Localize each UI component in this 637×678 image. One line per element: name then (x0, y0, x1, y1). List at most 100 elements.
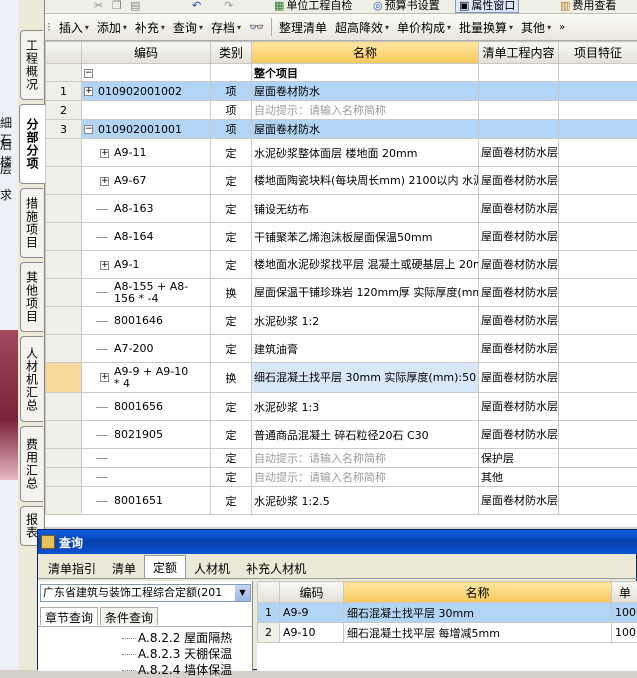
name-cell[interactable]: 细石混凝土找平层 30mm 实际厚度(mm):50 (252, 363, 479, 393)
item-feature-cell[interactable] (559, 120, 637, 139)
row-number[interactable] (46, 449, 82, 468)
item-feature-cell[interactable] (559, 64, 637, 82)
tab-project-overview[interactable]: 工程概况 (20, 30, 43, 100)
list-content-cell[interactable] (479, 64, 559, 82)
code-cell[interactable]: A7-200 (82, 335, 211, 363)
category-cell[interactable]: 项 (211, 101, 252, 120)
name-cell[interactable]: 干铺聚苯乙烯泡沫板屋面保温50mm (252, 223, 479, 251)
expand-icon[interactable]: + (100, 261, 109, 270)
tree-item[interactable]: A.8.2.3 天棚保温 (122, 645, 232, 662)
item-feature-cell[interactable] (559, 279, 637, 307)
list-content-cell[interactable]: 屋面卷材防水层 (479, 251, 559, 279)
list-content-cell[interactable]: 屋面卷材防水层 (479, 139, 559, 167)
item-feature-cell[interactable] (559, 449, 637, 468)
query-window-titlebar[interactable]: 查询 (38, 530, 637, 554)
code-cell[interactable]: +A9-11 (82, 139, 211, 167)
list-content-cell[interactable]: 屋面卷材防水层 (479, 393, 559, 421)
category-cell[interactable]: 定 (211, 307, 252, 335)
list-content-cell[interactable]: 屋面卷材防水层 (479, 307, 559, 335)
table-row[interactable]: 定自动提示：请输入名称简称其他 (46, 468, 637, 487)
item-feature-cell[interactable] (559, 82, 637, 101)
table-row[interactable]: A8-164定干铺聚苯乙烯泡沫板屋面保温50mm屋面卷材防水层 (46, 223, 637, 251)
result-row[interactable]: 2 A9-10 细石混凝土找平层 每增减5mm 100m² (258, 623, 637, 643)
code-cell[interactable]: +A9-9 + A9-10 * 4 (82, 363, 211, 393)
code-cell[interactable] (82, 101, 211, 120)
tab-list[interactable]: 清单 (104, 557, 144, 578)
tab-labor-material-summary[interactable]: 人材机汇总 (20, 336, 43, 422)
category-cell[interactable]: 定 (211, 393, 252, 421)
collapse-icon[interactable]: − (84, 125, 93, 134)
code-cell[interactable]: 8001646 (82, 307, 211, 335)
table-row[interactable]: 3−010902001001项屋面卷材防水 (46, 120, 637, 139)
code-cell[interactable] (82, 468, 211, 487)
result-row[interactable]: 1 A9-9 细石混凝土找平层 30mm 100m² (258, 603, 637, 623)
view-fees-button[interactable]: ▥费用查看 (557, 0, 619, 13)
code-cell[interactable]: +A9-1 (82, 251, 211, 279)
add-button[interactable]: 添加▾ (93, 16, 131, 38)
item-feature-cell[interactable] (559, 139, 637, 167)
row-number[interactable] (46, 468, 82, 487)
row-number[interactable] (46, 307, 82, 335)
property-window-button[interactable]: ▣属性窗口 (455, 0, 519, 13)
name-cell[interactable]: 屋面卷材防水 (252, 120, 479, 139)
code-cell[interactable]: A8-164 (82, 223, 211, 251)
tab-measures[interactable]: 措施项目 (20, 188, 43, 258)
list-content-cell[interactable]: 保护层 (479, 449, 559, 468)
category-cell[interactable] (211, 64, 252, 82)
list-content-cell[interactable]: 屋面卷材防水层 (479, 335, 559, 363)
save-button[interactable]: 存档▾ (207, 16, 245, 38)
organize-list-button[interactable]: 整理清单 (275, 16, 331, 38)
row-number[interactable] (46, 279, 82, 307)
table-row[interactable]: A8-155 + A8-156 * -4换屋面保温干铺珍珠岩 120mm厚 实际… (46, 279, 637, 307)
tab-labor-material[interactable]: 人材机 (186, 557, 238, 578)
header-item-feature[interactable]: 项目特征 (559, 42, 637, 64)
name-cell[interactable]: 建筑油膏 (252, 335, 479, 363)
code-cell[interactable] (82, 449, 211, 468)
category-cell[interactable]: 定 (211, 468, 252, 487)
tree-item[interactable]: A.8.2.2 屋面隔热 (122, 629, 232, 646)
item-feature-cell[interactable] (559, 101, 637, 120)
collapse-icon[interactable]: − (84, 69, 93, 78)
name-cell[interactable]: 自动提示：请输入名称简称 (252, 468, 479, 487)
code-cell[interactable]: A8-163 (82, 195, 211, 223)
row-number[interactable] (46, 421, 82, 449)
tab-sub-items[interactable]: 分部分项 (19, 104, 45, 184)
category-cell[interactable]: 定 (211, 195, 252, 223)
expand-icon[interactable]: + (100, 149, 109, 158)
code-cell[interactable]: +A9-67 (82, 167, 211, 195)
name-cell[interactable]: 水泥砂浆 1:2.5 (252, 487, 479, 515)
cut-icon[interactable]: ✂ (91, 0, 106, 13)
table-row[interactable]: +A9-67定楼地面陶瓷块料(每块周长mm) 2100以内 水泥砂浆屋面卷材防水… (46, 167, 637, 195)
name-cell[interactable]: 屋面卷材防水 (252, 82, 479, 101)
code-cell[interactable]: +010902001002 (82, 82, 211, 101)
insert-button[interactable]: 插入▾ (55, 16, 93, 38)
item-feature-cell[interactable] (559, 307, 637, 335)
copy-icon[interactable]: ❐ (109, 0, 125, 13)
table-row[interactable]: +A9-11定水泥砂浆整体面层 楼地面 20mm屋面卷材防水层 (46, 139, 637, 167)
super-height-reduce-button[interactable]: 超高降效▾ (331, 16, 393, 38)
list-content-cell[interactable]: 屋面卷材防水层 (479, 195, 559, 223)
table-row[interactable]: +A9-9 + A9-10 * 4换细石混凝土找平层 30mm 实际厚度(mm)… (46, 363, 637, 393)
name-cell[interactable]: 水泥砂浆 1:2 (252, 307, 479, 335)
list-content-cell[interactable]: 屋面卷材防水层 (479, 487, 559, 515)
table-row[interactable]: 定自动提示：请输入名称简称保护层 (46, 449, 637, 468)
category-cell[interactable]: 定 (211, 335, 252, 363)
list-content-cell[interactable] (479, 82, 559, 101)
list-content-cell[interactable]: 屋面卷材防水层 (479, 279, 559, 307)
category-cell[interactable]: 定 (211, 139, 252, 167)
table-row[interactable]: 8001646定水泥砂浆 1:2屋面卷材防水层 (46, 307, 637, 335)
category-cell[interactable]: 定 (211, 223, 252, 251)
table-row[interactable]: 8001656定水泥砂浆 1:3屋面卷材防水层 (46, 393, 637, 421)
row-number[interactable] (46, 487, 82, 515)
header-list-content[interactable]: 清单工程内容 (479, 42, 559, 64)
result-header-code[interactable]: 编码 (280, 582, 344, 603)
category-cell[interactable]: 定 (211, 487, 252, 515)
row-number[interactable] (46, 251, 82, 279)
undo-icon[interactable]: ↶ (189, 0, 204, 13)
table-row[interactable]: −整个项目 (46, 64, 637, 82)
item-feature-cell[interactable] (559, 421, 637, 449)
tab-chapter-query[interactable]: 章节查询 (40, 607, 98, 625)
table-row[interactable]: 8021905定普通商品混凝土 碎石粒径20石 C30屋面卷材防水层 (46, 421, 637, 449)
table-row[interactable]: 8001651定水泥砂浆 1:2.5屋面卷材防水层 (46, 487, 637, 515)
tab-list-guide[interactable]: 清单指引 (40, 557, 104, 578)
